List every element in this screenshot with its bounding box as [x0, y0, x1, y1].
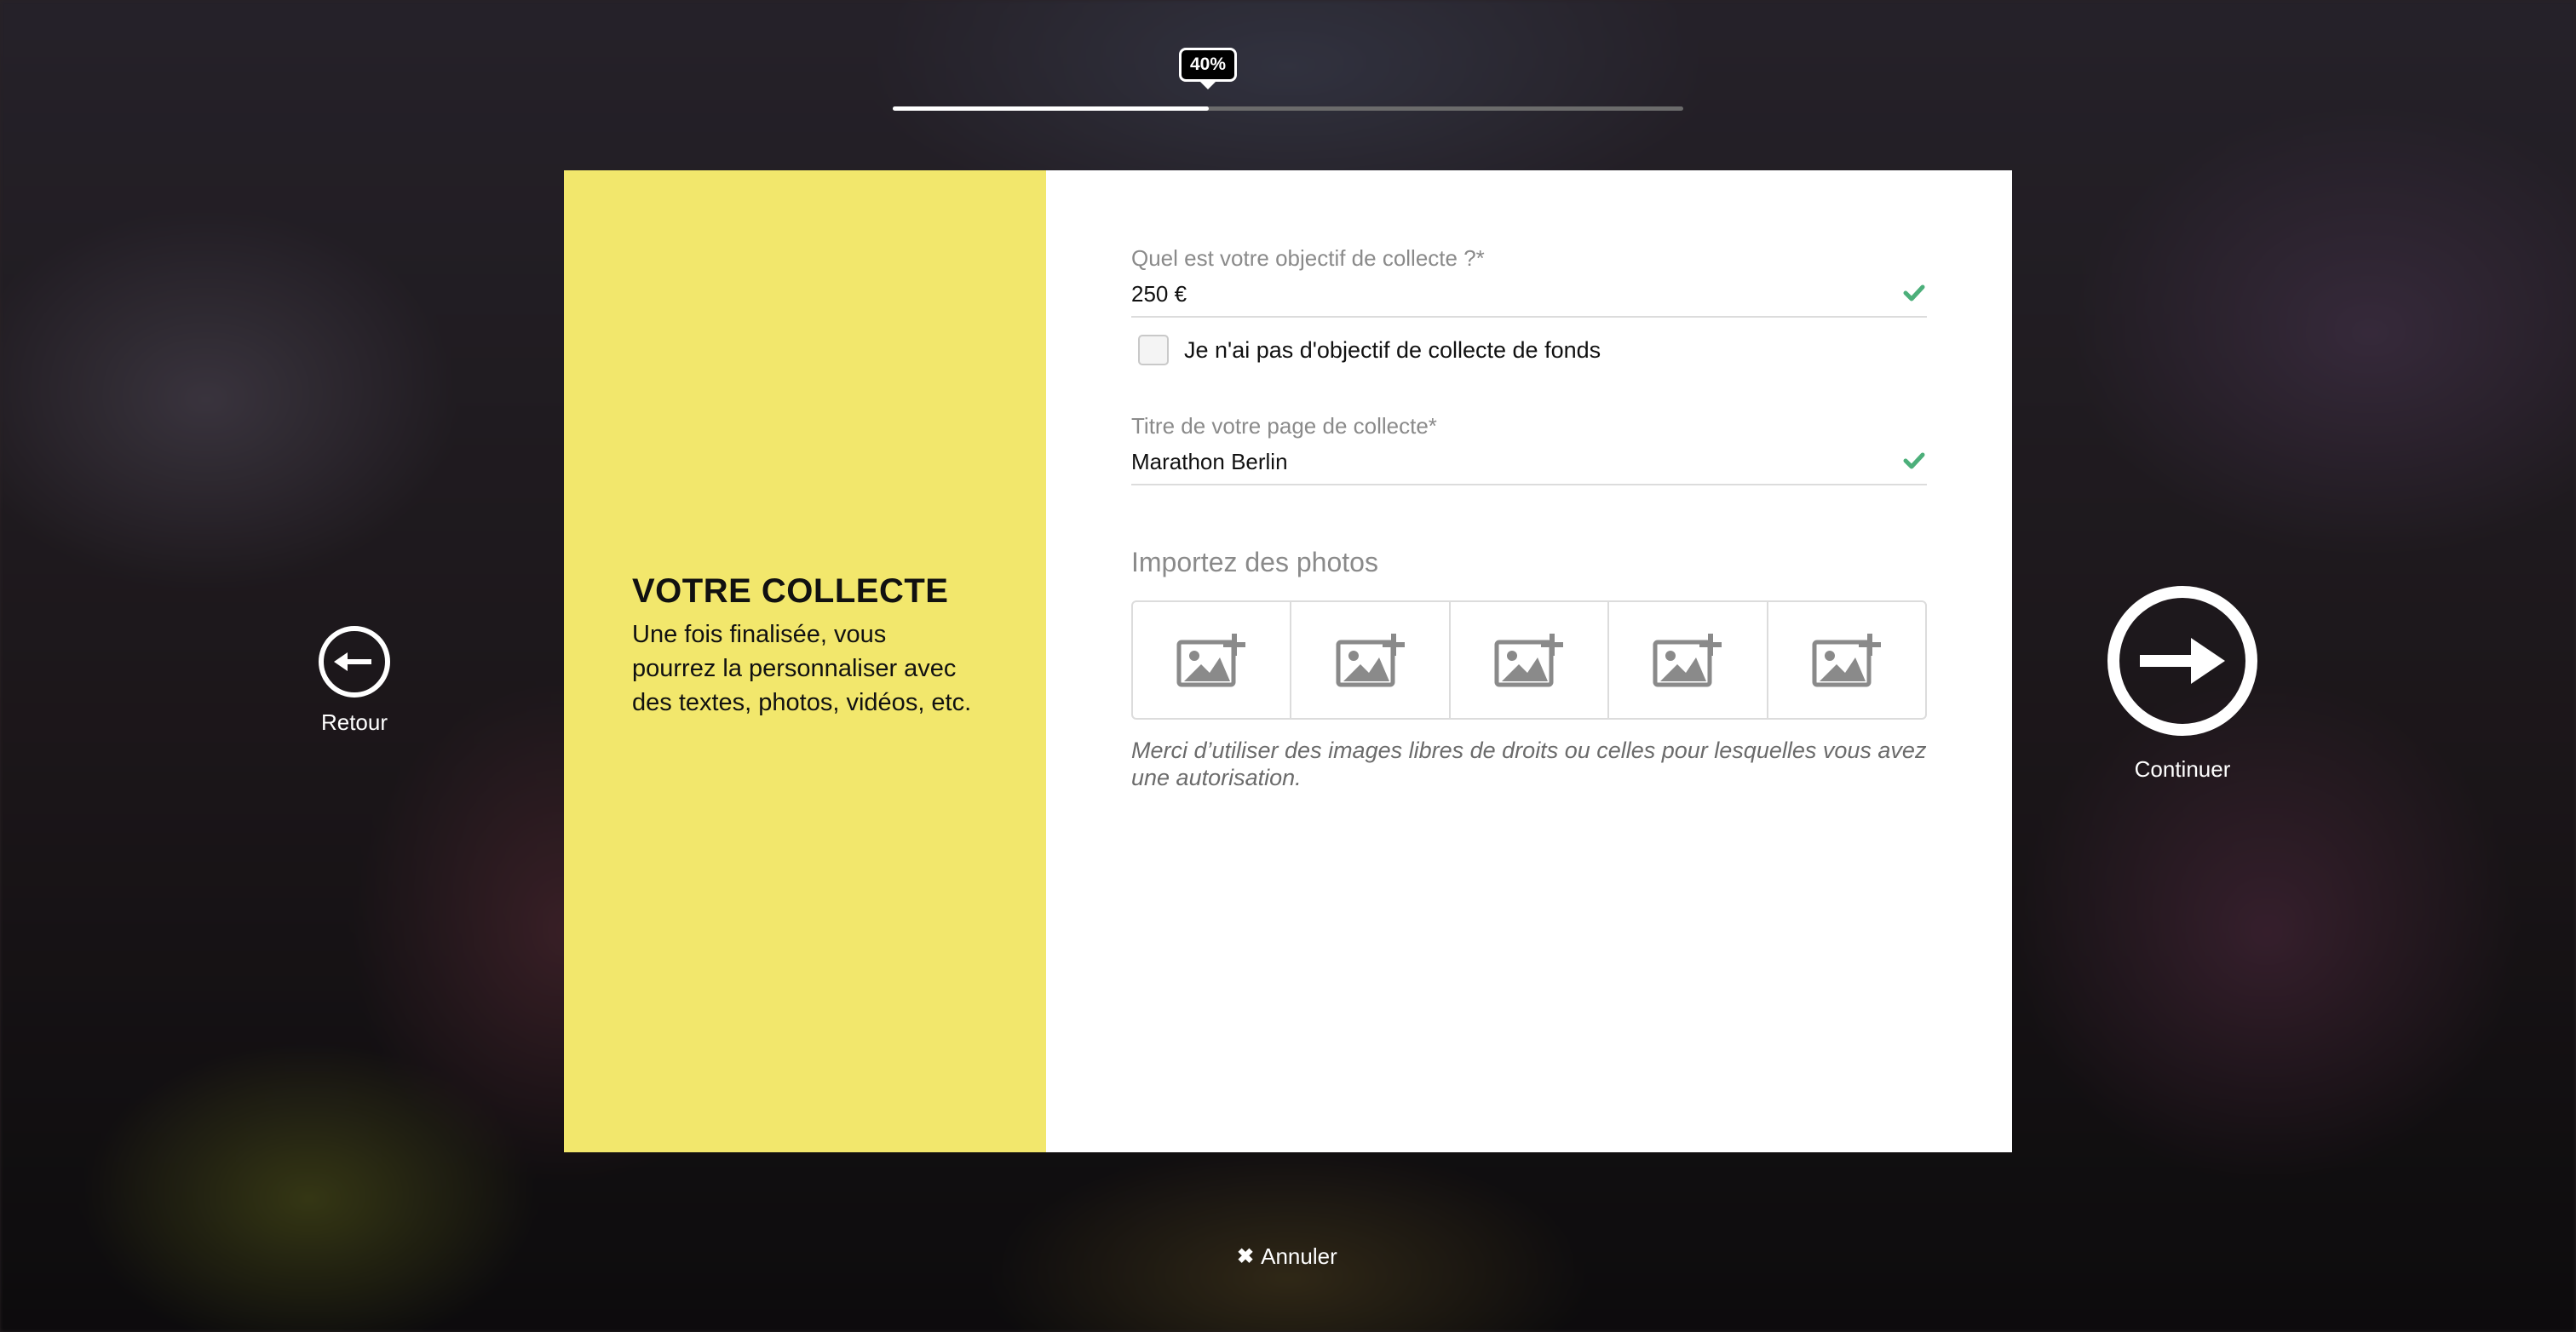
progress-bar-fill [893, 106, 1210, 111]
photos-title: Importez des photos [1131, 547, 1378, 577]
arrow-left-icon [334, 652, 371, 671]
close-icon: ✖ [1237, 1245, 1255, 1268]
progress-percent-text: 40% [1189, 55, 1227, 74]
cancel-link[interactable]: ✖ Annuler [1237, 1243, 1337, 1270]
continue-circle[interactable] [2107, 586, 2257, 736]
title-input[interactable]: Marathon Berlin [1131, 439, 1927, 485]
goal-value[interactable]: 250 € [1131, 281, 1187, 307]
cancel-label[interactable]: Annuler [1261, 1243, 1337, 1270]
back-button[interactable]: Retour [319, 626, 390, 736]
no-goal-checkbox[interactable] [1138, 335, 1169, 365]
progress-bar [893, 106, 1683, 111]
add-image-icon [1812, 634, 1881, 687]
collect-form: Quel est votre objectif de collecte ?* 2… [1131, 245, 1927, 791]
photo-slot-5[interactable] [1768, 602, 1925, 718]
continue-label: Continuer [2134, 756, 2231, 782]
photos-note: Merci d’utiliser des images libres de dr… [1131, 738, 1927, 790]
panel-description: Une fois finalisée, vous pourrez la pers… [632, 621, 972, 716]
add-image-icon [1653, 634, 1722, 687]
photo-slot-2[interactable] [1291, 602, 1451, 718]
progress-percent-badge: 40% [1179, 48, 1237, 82]
goal-label: Quel est votre objectif de collecte ?* [1131, 245, 1485, 271]
goal-field: Quel est votre objectif de collecte ?* 2… [1131, 245, 1927, 318]
photo-slot-3[interactable] [1451, 602, 1610, 718]
panel-title: VOTRE COLLECTE [632, 572, 949, 610]
info-text: VOTRE COLLECTE Une fois finalisée, vous … [632, 572, 973, 720]
add-image-icon [1176, 634, 1246, 687]
title-label: Titre de votre page de collecte* [1131, 413, 1437, 439]
arrow-right-icon [2140, 638, 2225, 684]
form-card: VOTRE COLLECTE Une fois finalisée, vous … [564, 170, 2012, 1152]
add-image-icon [1494, 634, 1564, 687]
form-panel: Quel est votre objectif de collecte ?* 2… [1046, 170, 2012, 1152]
continue-button[interactable]: Continuer [2107, 586, 2257, 783]
check-icon [1903, 452, 1925, 469]
add-image-icon [1336, 634, 1405, 687]
photo-upload-grid [1131, 600, 1927, 720]
back-label: Retour [320, 709, 388, 735]
no-goal-option[interactable]: Je n'ai pas d'objectif de collecte de fo… [1131, 335, 1927, 365]
title-field: Titre de votre page de collecte* Maratho… [1131, 413, 1927, 485]
title-value[interactable]: Marathon Berlin [1131, 449, 1288, 475]
photo-slot-1[interactable] [1133, 602, 1292, 718]
back-circle[interactable] [319, 626, 390, 698]
goal-input[interactable]: 250 € [1131, 272, 1927, 318]
no-goal-label[interactable]: Je n'ai pas d'objectif de collecte de fo… [1184, 337, 1601, 364]
check-icon [1903, 284, 1925, 301]
photo-slot-4[interactable] [1609, 602, 1768, 718]
info-panel: VOTRE COLLECTE Une fois finalisée, vous … [564, 170, 1046, 1152]
